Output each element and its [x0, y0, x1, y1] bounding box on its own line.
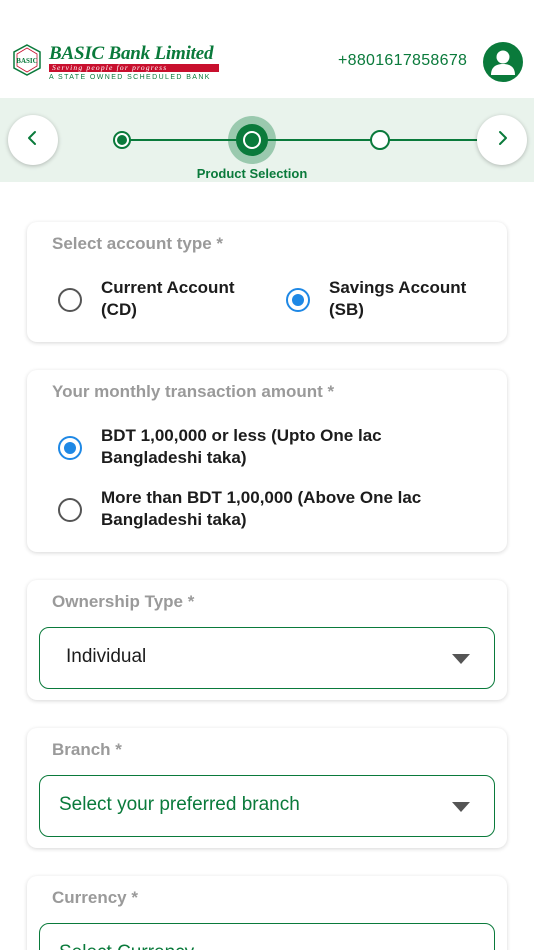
step-3-upcoming [370, 130, 390, 150]
dropdown-arrow-icon [452, 802, 470, 812]
currency-placeholder: Select Currency [59, 942, 194, 950]
progress-stepper: Product Selection [0, 98, 534, 182]
upto-one-lac-radio[interactable] [58, 436, 82, 460]
above-one-lac-label[interactable]: More than BDT 1,00,000 (Above One lac Ba… [101, 487, 421, 531]
bank-subtitle: A STATE OWNED SCHEDULED BANK [49, 74, 211, 81]
user-icon[interactable] [483, 42, 523, 82]
bank-logo: BASIC BASIC Bank Limited Serving people … [12, 44, 219, 81]
hotline-phone[interactable]: +8801617858678 [338, 52, 467, 70]
current-step-label: Product Selection [196, 166, 308, 181]
branch-title: Branch * [52, 740, 122, 759]
previous-step-button[interactable] [8, 115, 58, 165]
ownership-type-select[interactable]: Individual [39, 627, 495, 689]
bank-name: BASIC Bank Limited [49, 43, 214, 64]
chevron-left-icon [25, 130, 41, 151]
currency-title: Currency * [52, 888, 138, 907]
dropdown-arrow-icon [452, 654, 470, 664]
ownership-type-value: Individual [66, 646, 147, 667]
step-2-current [243, 131, 261, 149]
account-type-title: Select account type * [52, 234, 224, 253]
branch-card: Branch * Select your preferred branch [27, 728, 507, 848]
bank-seal-icon: BASIC [12, 44, 42, 76]
currency-select[interactable]: Select Currency [39, 923, 495, 950]
ownership-type-title: Ownership Type * [52, 592, 195, 611]
savings-account-radio[interactable] [286, 288, 310, 312]
savings-account-label[interactable]: Savings Account (SB) [329, 277, 466, 321]
currency-card: Currency * Select Currency [27, 876, 507, 950]
bank-tagline: Serving people for progress [49, 64, 219, 72]
current-account-label[interactable]: Current Account (CD) [101, 277, 235, 321]
svg-text:BASIC: BASIC [16, 57, 37, 65]
branch-placeholder: Select your preferred branch [59, 794, 300, 815]
app-header: BASIC BASIC Bank Limited Serving people … [0, 0, 534, 98]
transaction-amount-card: Your monthly transaction amount * BDT 1,… [27, 370, 507, 552]
current-account-radio[interactable] [58, 288, 82, 312]
branch-select[interactable]: Select your preferred branch [39, 775, 495, 837]
transaction-amount-title: Your monthly transaction amount * [52, 382, 335, 401]
step-1-completed [113, 131, 131, 149]
step-connector [122, 139, 482, 141]
chevron-right-icon [494, 130, 510, 151]
next-step-button[interactable] [477, 115, 527, 165]
upto-one-lac-label[interactable]: BDT 1,00,000 or less (Upto One lac Bangl… [101, 425, 382, 469]
ownership-type-card: Ownership Type * Individual [27, 580, 507, 700]
account-type-card: Select account type * Current Account (C… [27, 222, 507, 342]
above-one-lac-radio[interactable] [58, 498, 82, 522]
